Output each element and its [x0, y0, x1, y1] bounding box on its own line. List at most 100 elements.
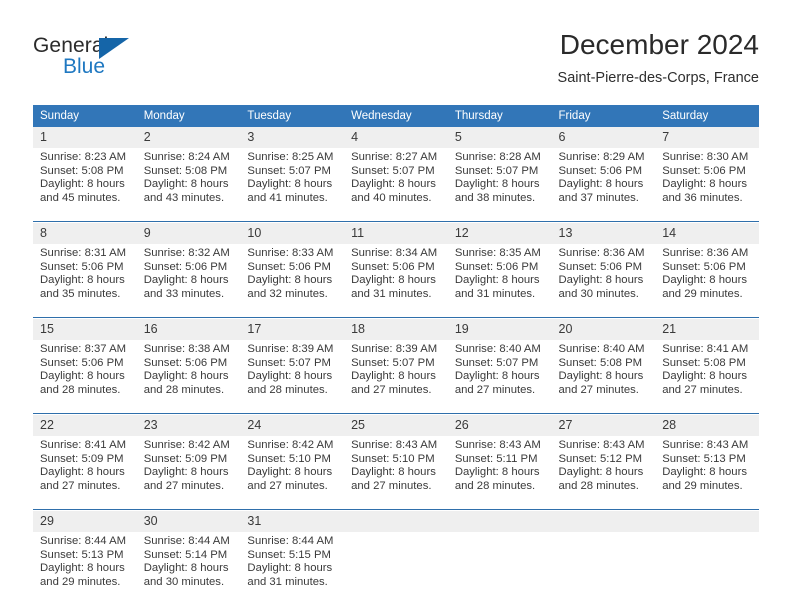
day-number-cell[interactable]: 30	[136, 511, 241, 532]
daylight-text-line2: and 28 minutes.	[247, 383, 328, 396]
day-number-cell[interactable]: 19	[447, 319, 552, 340]
day-number-cell[interactable]: 23	[136, 415, 241, 436]
daylight-text-line1: Daylight: 8 hours	[454, 466, 540, 479]
sunset-text: Sunset: 5:15 PM	[247, 548, 331, 561]
day-number-cell[interactable]: 17	[240, 319, 345, 340]
sunrise-text: Sunrise: 8:44 AM	[247, 535, 334, 547]
day-detail-cell[interactable]: Sunrise: 8:23 AM Sunset: 5:08 PM Daylight:…	[33, 148, 137, 222]
day-detail-cell[interactable]: Sunrise: 8:27 AM Sunset: 5:07 PM Daylight:…	[344, 148, 448, 222]
sunrise-text: Sunrise: 8:36 AM	[662, 247, 749, 259]
day-number-cell[interactable]: 21	[655, 319, 759, 340]
day-detail-cell[interactable]: Sunrise: 8:44 AM Sunset: 5:15 PM Daylight:…	[240, 532, 345, 605]
day-detail-cell[interactable]: Sunrise: 8:43 AM Sunset: 5:12 PM Daylight:…	[551, 436, 656, 510]
daylight-text-line2: and 30 minutes.	[558, 287, 639, 300]
day-number-cell[interactable]: 16	[136, 319, 241, 340]
day-detail-cell[interactable]: Sunrise: 8:39 AM Sunset: 5:07 PM Daylight:…	[240, 340, 345, 414]
daylight-text-line2: and 27 minutes.	[351, 479, 432, 492]
day-number-cell[interactable]: 20	[551, 319, 656, 340]
day-number-cell[interactable]: 10	[240, 223, 345, 244]
day-detail-cell[interactable]: Sunrise: 8:30 AM Sunset: 5:06 PM Daylight:…	[655, 148, 759, 222]
day-detail-cell[interactable]: Sunrise: 8:44 AM Sunset: 5:13 PM Daylight:…	[33, 532, 137, 605]
day-detail-cell[interactable]: Sunrise: 8:32 AM Sunset: 5:06 PM Daylight:…	[136, 244, 241, 318]
day-detail-cell[interactable]: Sunrise: 8:42 AM Sunset: 5:09 PM Daylight:…	[136, 436, 241, 510]
page-title: December 2024	[559, 29, 759, 60]
day-number-cell[interactable]: 1	[33, 127, 137, 148]
day-number-cell[interactable]: 26	[447, 415, 552, 436]
day-number-cell[interactable]: 18	[344, 319, 448, 340]
day-number-cell[interactable]: 29	[33, 511, 137, 532]
day-detail-cell[interactable]: Sunrise: 8:31 AM Sunset: 5:06 PM Daylight:…	[33, 244, 137, 318]
weekday-header-tuesday: Tuesday	[240, 105, 345, 127]
daylight-text-line2: and 28 minutes.	[143, 383, 225, 396]
day-detail-cell[interactable]: Sunrise: 8:37 AM Sunset: 5:06 PM Daylight:…	[33, 340, 137, 414]
day-number-cell[interactable]: 5	[447, 127, 552, 148]
sunset-text: Sunset: 5:06 PM	[247, 260, 331, 273]
day-detail-cell[interactable]: Sunrise: 8:41 AM Sunset: 5:09 PM Daylight:…	[33, 436, 137, 510]
day-detail-cell[interactable]: Sunrise: 8:43 AM Sunset: 5:11 PM Daylight:…	[447, 436, 552, 510]
day-detail-cell[interactable]: Sunrise: 8:40 AM Sunset: 5:07 PM Daylight:…	[447, 340, 552, 414]
day-detail-cell[interactable]: Sunrise: 8:36 AM Sunset: 5:06 PM Daylight:…	[551, 244, 656, 318]
day-number-cell[interactable]: 8	[33, 223, 137, 244]
daylight-text-line2: and 32 minutes.	[247, 287, 328, 300]
day-detail-cell[interactable]: Sunrise: 8:34 AM Sunset: 5:06 PM Daylight:…	[344, 244, 448, 318]
day-detail-cell[interactable]: Sunrise: 8:33 AM Sunset: 5:06 PM Daylight:…	[240, 244, 345, 318]
sunrise-text: Sunrise: 8:42 AM	[247, 439, 334, 451]
sunrise-text: Sunrise: 8:32 AM	[143, 247, 230, 259]
day-number-cell	[344, 511, 448, 532]
day-number-cell[interactable]: 2	[136, 127, 241, 148]
daylight-text-line1: Daylight: 8 hours	[558, 466, 644, 479]
day-number-cell[interactable]: 24	[240, 415, 345, 436]
daylight-text-line1: Daylight: 8 hours	[662, 274, 747, 287]
week-date-row: 22 23 24 25 26 27 28	[33, 415, 759, 436]
sunrise-text: Sunrise: 8:43 AM	[454, 439, 541, 451]
day-number-cell[interactable]: 6	[551, 127, 656, 148]
weekday-header-saturday: Saturday	[655, 105, 759, 127]
day-number-cell[interactable]: 31	[240, 511, 345, 532]
day-number-cell[interactable]: 14	[655, 223, 759, 244]
day-detail-cell[interactable]: Sunrise: 8:40 AM Sunset: 5:08 PM Daylight:…	[551, 340, 656, 414]
day-number-cell[interactable]: 11	[344, 223, 448, 244]
daylight-text-line2: and 30 minutes.	[143, 575, 225, 588]
sunset-text: Sunset: 5:06 PM	[662, 164, 746, 177]
day-number-cell[interactable]: 12	[447, 223, 552, 244]
sunset-text: Sunset: 5:07 PM	[351, 164, 435, 177]
day-detail-cell[interactable]: Sunrise: 8:39 AM Sunset: 5:07 PM Daylight:…	[344, 340, 448, 414]
day-number-cell[interactable]: 22	[33, 415, 137, 436]
daylight-text-line1: Daylight: 8 hours	[662, 370, 747, 383]
day-number-cell[interactable]: 25	[344, 415, 448, 436]
daylight-text-line1: Daylight: 8 hours	[143, 178, 229, 191]
day-detail-cell[interactable]: Sunrise: 8:41 AM Sunset: 5:08 PM Daylight:…	[655, 340, 759, 414]
sunset-text: Sunset: 5:06 PM	[143, 356, 228, 369]
day-number-cell[interactable]: 15	[33, 319, 137, 340]
sunrise-text: Sunrise: 8:25 AM	[247, 151, 334, 163]
day-detail-cell[interactable]: Sunrise: 8:44 AM Sunset: 5:14 PM Daylight:…	[136, 532, 241, 605]
day-detail-cell[interactable]: Sunrise: 8:42 AM Sunset: 5:10 PM Daylight:…	[240, 436, 345, 510]
day-detail-cell[interactable]: Sunrise: 8:28 AM Sunset: 5:07 PM Daylight:…	[447, 148, 552, 222]
daylight-text-line1: Daylight: 8 hours	[351, 274, 436, 287]
daylight-text-line2: and 31 minutes.	[454, 287, 536, 300]
day-detail-cell	[447, 532, 552, 605]
day-detail-cell[interactable]: Sunrise: 8:38 AM Sunset: 5:06 PM Daylight:…	[136, 340, 241, 414]
day-detail-cell[interactable]: Sunrise: 8:25 AM Sunset: 5:07 PM Daylight:…	[240, 148, 345, 222]
day-number-cell[interactable]: 3	[240, 127, 345, 148]
day-detail-cell[interactable]: Sunrise: 8:43 AM Sunset: 5:13 PM Daylight:…	[655, 436, 759, 510]
day-number-cell[interactable]: 27	[551, 415, 656, 436]
daylight-text-line2: and 31 minutes.	[351, 287, 432, 300]
daylight-text-line1: Daylight: 8 hours	[454, 274, 540, 287]
day-number-cell[interactable]: 4	[344, 127, 448, 148]
day-detail-cell[interactable]: Sunrise: 8:43 AM Sunset: 5:10 PM Daylight:…	[344, 436, 448, 510]
day-number-cell[interactable]: 9	[136, 223, 241, 244]
general-blue-logo[interactable]: General Blue	[33, 34, 213, 90]
day-detail-cell[interactable]: Sunrise: 8:36 AM Sunset: 5:06 PM Daylight:…	[655, 244, 759, 318]
sunrise-text: Sunrise: 8:33 AM	[247, 247, 334, 259]
sunset-text: Sunset: 5:07 PM	[351, 356, 435, 369]
day-number-cell[interactable]: 13	[551, 223, 656, 244]
day-detail-cell[interactable]: Sunrise: 8:24 AM Sunset: 5:08 PM Daylight:…	[136, 148, 241, 222]
sunset-text: Sunset: 5:08 PM	[143, 164, 228, 177]
day-number-cell[interactable]: 28	[655, 415, 759, 436]
daylight-text-line2: and 40 minutes.	[351, 191, 432, 204]
day-detail-cell[interactable]: Sunrise: 8:35 AM Sunset: 5:06 PM Daylight:…	[447, 244, 552, 318]
day-number-cell[interactable]: 7	[655, 127, 759, 148]
day-detail-cell[interactable]: Sunrise: 8:29 AM Sunset: 5:06 PM Daylight:…	[551, 148, 656, 222]
page-header: General Blue December 2024 Saint-Pierre-…	[33, 28, 759, 98]
